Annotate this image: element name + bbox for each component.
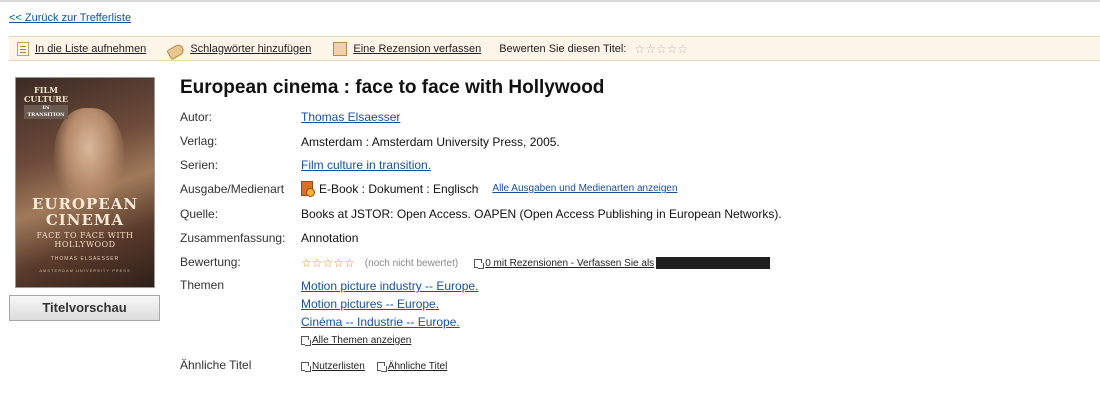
author-label: Autor: [180, 110, 213, 124]
similar-titles-action[interactable]: Ähnliche Titel [376, 361, 447, 372]
cover-series-logo: FILM CULTURE IN TRANSITION [24, 85, 68, 119]
document-icon [301, 362, 311, 372]
publisher-value: Amsterdam : Amsterdam University Press, … [301, 135, 560, 149]
top-border [0, 0, 1100, 2]
redacted-username [656, 257, 771, 269]
source-value: Books at JSTOR: Open Access. OAPEN (Open… [301, 207, 782, 221]
add-tags-link[interactable]: Schlagwörter hinzufügen [190, 43, 311, 55]
list-icon [17, 41, 29, 56]
author-link[interactable]: Thomas Elsaesser [301, 110, 400, 124]
user-lists-action[interactable]: Nutzerlisten [301, 361, 365, 372]
summary-label: Zusammenfassung: [180, 231, 286, 245]
rating-label: Bewertung: [180, 255, 241, 269]
topic-link-2[interactable]: Motion pictures -- Europe. [301, 297, 439, 311]
book-title: European cinema : face to face with Holl… [180, 77, 605, 98]
ebook-icon [301, 181, 315, 197]
all-topics-action[interactable]: Alle Themen anzeigen [301, 335, 411, 346]
document-icon [474, 258, 485, 269]
cover-portrait [54, 108, 124, 208]
write-review-link[interactable]: Eine Rezension verfassen [353, 43, 481, 55]
user-lists-link[interactable]: Nutzerlisten [312, 361, 365, 372]
topic-link-1[interactable]: Motion picture industry -- Europe. [301, 279, 478, 293]
all-editions-link[interactable]: Alle Ausgaben und Medienarten anzeigen [492, 183, 677, 194]
similar-titles-link[interactable]: Ähnliche Titel [388, 361, 447, 372]
publisher-label: Verlag: [180, 134, 218, 148]
rate-title-label: Bewerten Sie diesen Titel: [499, 42, 627, 55]
topics-label: Themen [180, 278, 225, 292]
title-preview-button[interactable]: Titelvorschau [9, 295, 160, 321]
rating-status: (noch nicht bewertet) [364, 257, 459, 269]
review-icon [333, 41, 348, 56]
book-cover-image: FILM CULTURE IN TRANSITION EUROPEAN CINEM… [15, 77, 155, 288]
cover-publisher: AMSTERDAM UNIVERSITY PRESS [39, 268, 131, 273]
all-topics-link[interactable]: Alle Themen anzeigen [312, 335, 411, 346]
rating-stars: ☆☆☆☆☆ [301, 256, 355, 270]
series-link[interactable]: Film culture in transition. [301, 158, 431, 172]
cover-title: EUROPEAN CINEMA [31, 195, 139, 229]
edition-value: E-Book : Dokument : Englisch [319, 181, 479, 196]
cover-author: THOMAS ELSAESSER [50, 256, 120, 262]
reviews-action[interactable]: 0 mit Rezensionen - Verfassen Sie als [474, 257, 771, 269]
document-icon [301, 336, 311, 346]
tag-icon [166, 42, 186, 61]
action-toolbar: In die Liste aufnehmen Schlagwörter hinz… [9, 36, 1100, 61]
edition-label: Ausgabe/Medienart [180, 182, 285, 196]
reviews-link[interactable]: 0 mit Rezensionen - Verfassen Sie als [485, 258, 654, 269]
topic-link-3[interactable]: Cinéma -- Industrie -- Europe. [301, 315, 460, 329]
rate-stars-input[interactable]: ☆☆☆☆☆ [634, 42, 688, 56]
document-icon [376, 362, 387, 372]
add-tags-action[interactable]: Schlagwörter hinzufügen [166, 43, 311, 61]
cover-subtitle: FACE TO FACE WITH HOLLYWOOD [36, 231, 134, 249]
series-label: Serien: [180, 158, 219, 172]
summary-value: Annotation [301, 231, 359, 245]
similar-label: Ähnliche Titel [180, 358, 252, 372]
add-to-list-link[interactable]: In die Liste aufnehmen [35, 43, 146, 55]
write-review-action[interactable]: Eine Rezension verfassen [333, 41, 481, 56]
source-label: Quelle: [180, 207, 219, 221]
back-to-results-link[interactable]: << Zurück zur Trefferliste [9, 12, 131, 24]
add-to-list-action[interactable]: In die Liste aufnehmen [17, 41, 146, 56]
